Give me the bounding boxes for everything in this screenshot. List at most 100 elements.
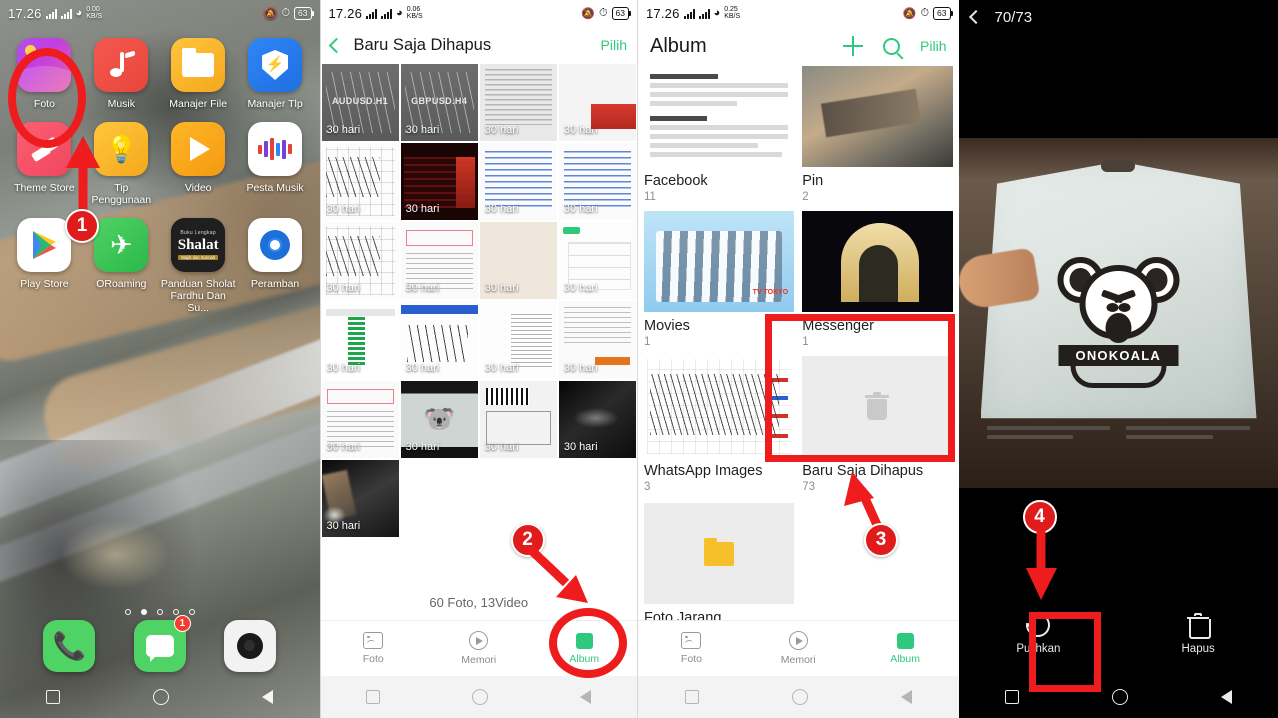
back-chevron-icon[interactable] <box>328 37 344 53</box>
album-item-messenger[interactable]: Messenger 1 <box>802 211 953 348</box>
app-play-store[interactable]: Play Store <box>6 218 83 314</box>
viewer-header: 70/73 <box>959 0 1278 34</box>
tab-foto[interactable]: Foto <box>638 621 745 676</box>
dock-camera-icon[interactable] <box>224 620 277 672</box>
tab-label: Memori <box>461 654 497 666</box>
circle-icon[interactable] <box>472 689 489 705</box>
yellow-folder-icon <box>644 503 795 604</box>
square-icon[interactable] <box>684 690 699 704</box>
table-row[interactable]: 30 hari <box>558 380 636 458</box>
circle-icon[interactable] <box>1111 689 1128 705</box>
thumb-expiry: 30 hari <box>405 361 440 374</box>
tab-bar-album: Foto Memori Album <box>638 620 959 676</box>
app-video[interactable]: Video <box>160 122 237 206</box>
album-item-pin[interactable]: Pin 2 <box>802 66 953 203</box>
table-row[interactable]: 🐨 30 hari <box>400 380 478 458</box>
triangle-back-icon[interactable] <box>262 690 274 704</box>
circle-icon[interactable] <box>153 689 170 705</box>
media-count: 60 Foto, 13Video <box>429 595 529 610</box>
album-name: Facebook <box>644 173 708 189</box>
table-row[interactable]: 30 hari <box>321 143 399 221</box>
alarm-icon: ⏱ <box>920 6 930 19</box>
tab-memori[interactable]: Memori <box>426 621 532 676</box>
album-count: 11 <box>644 191 656 203</box>
table-row[interactable]: 30 hari <box>558 222 636 300</box>
triangle-back-icon[interactable] <box>900 690 912 704</box>
triangle-back-icon[interactable] <box>580 690 592 704</box>
tab-foto[interactable]: Foto <box>321 621 427 676</box>
album-item-movies[interactable]: TV TOKYO Movies 1 <box>644 211 795 348</box>
tab-label: Foto <box>680 653 702 665</box>
app-label: Tip Penggunaan <box>91 182 152 206</box>
app-theme-store[interactable]: Theme Store <box>6 122 83 206</box>
table-row[interactable]: 30 hari <box>479 64 557 142</box>
delete-button[interactable]: Hapus <box>1118 612 1278 655</box>
app-manajer-file[interactable]: Manajer File <box>160 38 237 110</box>
app-manajer-tlp[interactable]: Manajer Tlp <box>237 38 314 110</box>
app-tip-penggunaan[interactable]: 💡 Tip Penggunaan <box>83 122 160 206</box>
triangle-back-icon[interactable] <box>1220 690 1232 704</box>
table-row[interactable]: 30 hari <box>400 222 478 300</box>
table-row[interactable]: 30 hari <box>321 380 399 458</box>
app-oroaming[interactable]: ✈ ORoaming <box>83 218 160 314</box>
circle-icon[interactable] <box>791 689 808 705</box>
table-row[interactable]: AUDUSD.H1 30 hari <box>321 64 399 142</box>
square-icon[interactable] <box>1004 690 1019 704</box>
table-row[interactable]: 30 hari <box>479 301 557 379</box>
back-chevron-icon[interactable] <box>968 9 983 25</box>
table-row[interactable]: 30 hari <box>321 222 399 300</box>
table-row[interactable]: GBPUSD.H4 30 hari <box>400 64 478 142</box>
google-play-glyph <box>33 231 57 259</box>
table-row[interactable]: 30 hari <box>400 143 478 221</box>
app-musik[interactable]: Musik <box>83 38 160 110</box>
album-item-facebook[interactable]: Facebook 11 <box>644 66 795 203</box>
select-button[interactable]: Pilih <box>601 37 627 53</box>
status-bar-home: 17.26 ◕ 0.00 KB/S 🔕 ⏱ 63 <box>0 0 320 26</box>
table-row[interactable]: 30 hari <box>321 459 399 537</box>
table-row[interactable]: 30 hari <box>479 380 557 458</box>
app-panduan-sholat[interactable]: Buku Lengkap Shalat Wajib dan Sunnah Pan… <box>160 218 237 314</box>
square-icon[interactable] <box>46 690 61 704</box>
square-icon[interactable] <box>366 690 381 704</box>
network-speed: 0.25 KB/S <box>724 6 741 20</box>
dock-phone-icon[interactable]: 📞 <box>43 620 96 672</box>
table-row[interactable]: 30 hari <box>558 64 636 142</box>
table-row[interactable]: 30 hari <box>400 301 478 379</box>
bag-notch <box>1101 160 1136 172</box>
album-item-baru-saja-dihapus[interactable]: Baru Saja Dihapus 73 <box>802 356 953 493</box>
dock-message-icon[interactable]: 1 <box>133 615 191 672</box>
select-button[interactable]: Pilih <box>920 38 946 54</box>
brand-banner: ONOKOALA <box>1058 345 1179 366</box>
tab-memori[interactable]: Memori <box>745 621 852 676</box>
album-name: Baru Saja Dihapus <box>802 463 924 479</box>
google-play-icon <box>17 218 72 272</box>
status-bar-album: 17.26 ◕ 0.25 KB/S 🔕 ⏱ 63 <box>638 0 959 26</box>
album-item-whatsapp-images[interactable]: WhatsApp Images 3 <box>644 356 795 493</box>
app-foto[interactable]: Foto <box>6 38 83 110</box>
koala-thumb-glyph: 🐨 <box>423 403 456 434</box>
app-peramban[interactable]: Peramban <box>237 218 314 314</box>
app-label: Foto <box>33 98 55 110</box>
play-triangle-icon <box>171 122 226 176</box>
search-icon[interactable] <box>883 37 901 55</box>
alarm-icon: ⏱ <box>281 6 291 19</box>
restore-icon <box>1021 608 1056 642</box>
table-row[interactable]: 30 hari <box>321 301 399 379</box>
photo-counter: 70/73 <box>994 8 1033 26</box>
plus-icon[interactable] <box>843 36 864 56</box>
app-label: Musik <box>107 98 136 110</box>
table-row[interactable]: 30 hari <box>558 301 636 379</box>
shalat-icon-bottom: Wajib dan Sunnah <box>178 255 219 260</box>
panel-home-screen: 17.26 ◕ 0.00 KB/S 🔕 ⏱ 63 Foto Musik Mana… <box>0 0 320 718</box>
thumb-expiry: 30 hari <box>405 440 440 453</box>
koala-logo: ONOKOALA <box>1046 253 1191 388</box>
restore-button[interactable]: Pulihkan <box>959 608 1119 655</box>
table-row[interactable]: 30 hari <box>479 143 557 221</box>
tab-album[interactable]: Album <box>852 621 959 676</box>
app-pesta-musik[interactable]: Pesta Musik <box>237 122 314 206</box>
table-row[interactable]: 30 hari <box>479 222 557 300</box>
table-row[interactable]: 30 hari <box>558 143 636 221</box>
photo-stage[interactable]: ONOKOALA <box>958 34 1278 592</box>
signal-icon-2 <box>698 8 710 19</box>
tab-album[interactable]: Album <box>532 621 638 676</box>
